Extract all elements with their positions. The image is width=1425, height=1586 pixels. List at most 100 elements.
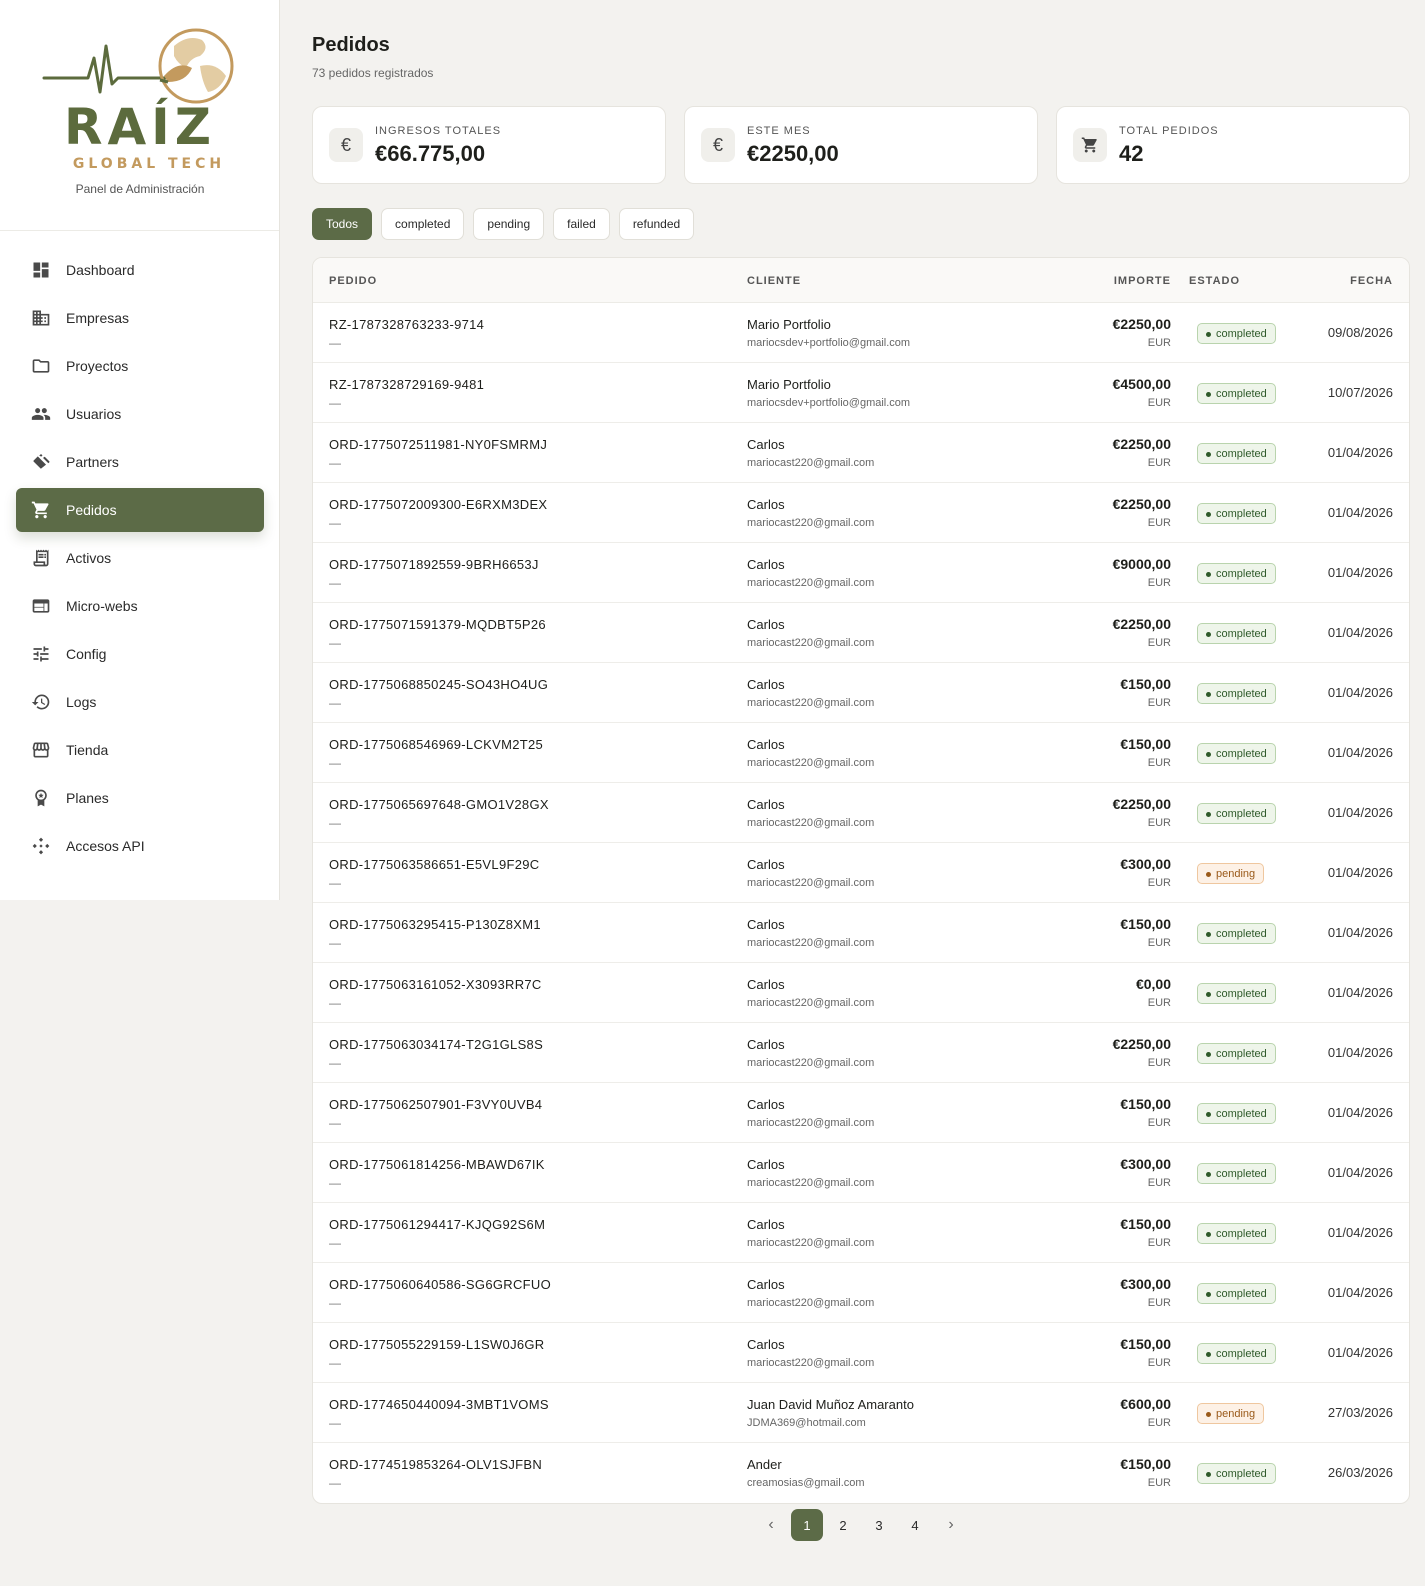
sidebar-item-planes[interactable]: Planes: [16, 776, 264, 820]
order-id[interactable]: ORD-1775068546969-LCKVM2T25: [329, 737, 543, 752]
sidebar-item-label: Micro-webs: [66, 598, 138, 614]
order-sub: —: [329, 936, 341, 950]
column-header-fecha[interactable]: FECHA: [1350, 275, 1393, 287]
order-date: 01/04/2026: [1327, 745, 1393, 760]
order-id[interactable]: RZ-1787328729169-9481: [329, 377, 484, 392]
table-row[interactable]: ORD-1775062507901-F3VY0UVB4 — Carlos marioc…: [313, 1083, 1409, 1143]
sidebar-item-empresas[interactable]: Empresas: [16, 296, 264, 340]
table-row[interactable]: ORD-1775068850245-SO43HO4UG — Carlos marioc…: [313, 663, 1409, 723]
table-row[interactable]: ORD-1775063161052-X3093RR7C — Carlos marioc…: [313, 963, 1409, 1023]
page-button-2[interactable]: 2: [827, 1509, 859, 1541]
table-row[interactable]: ORD-1775055229159-L1SW0J6GR — Carlos marioc…: [313, 1323, 1409, 1383]
order-id[interactable]: ORD-1775068850245-SO43HO4UG: [329, 677, 548, 692]
filter-todos[interactable]: Todos: [312, 208, 373, 240]
client-email: mariocast220@gmail.com: [747, 697, 875, 709]
column-header-pedido[interactable]: PEDIDO: [329, 275, 377, 287]
page-subtitle: 73 pedidos registrados: [312, 66, 434, 80]
sidebar-item-activos[interactable]: Activos: [16, 536, 264, 580]
client-email: creamosias@gmail.com: [747, 1477, 865, 1489]
order-amount: €150,00: [1120, 736, 1171, 752]
sidebar-item-partners[interactable]: Partners: [16, 440, 264, 484]
filter-refunded[interactable]: refunded: [618, 208, 695, 240]
order-sub: —: [329, 756, 341, 770]
table-row[interactable]: ORD-1775061814256-MBAWD67IK — Carlos marioc…: [313, 1143, 1409, 1203]
table-row[interactable]: ORD-1775060640586-SG6GRCFUO — Carlos marioc…: [313, 1263, 1409, 1323]
client-email: mariocast220@gmail.com: [747, 457, 875, 469]
order-id[interactable]: ORD-1775060640586-SG6GRCFUO: [329, 1277, 551, 1292]
sidebar-item-usuarios[interactable]: Usuarios: [16, 392, 264, 436]
order-amount: €2250,00: [1112, 496, 1171, 512]
order-id[interactable]: ORD-1775072511981-NY0FSMRMJ: [329, 437, 547, 452]
logo[interactable]: RAÍZ GLOBAL TECH Panel de Administración: [0, 0, 279, 231]
order-id[interactable]: ORD-1775065697648-GMO1V28GX: [329, 797, 549, 812]
client-name: Carlos: [747, 497, 785, 512]
sidebar-item-logs[interactable]: Logs: [16, 680, 264, 724]
order-id[interactable]: ORD-1775071892559-9BRH6653J: [329, 557, 539, 572]
sidebar-item-pedidos[interactable]: Pedidos: [16, 488, 264, 532]
table-row[interactable]: ORD-1775061294417-KJQG92S6M — Carlos marioc…: [313, 1203, 1409, 1263]
client-email: mariocast220@gmail.com: [747, 1117, 875, 1129]
table-row[interactable]: RZ-1787328763233-9714 — Mario Portfolio mar…: [313, 303, 1409, 363]
stat-value: 42: [1119, 141, 1144, 166]
table-row[interactable]: ORD-1775063295415-P130Z8XM1 — Carlos marioc…: [313, 903, 1409, 963]
order-id[interactable]: ORD-1775063295415-P130Z8XM1: [329, 917, 541, 932]
sidebar-item-label: Accesos API: [66, 838, 145, 854]
client-name: Carlos: [747, 1157, 785, 1172]
sidebar-item-accesos-api[interactable]: Accesos API: [16, 824, 264, 868]
order-id[interactable]: ORD-1775063161052-X3093RR7C: [329, 977, 542, 992]
next-page-button[interactable]: ›: [935, 1509, 967, 1541]
order-id[interactable]: ORD-1774650440094-3MBT1VOMS: [329, 1397, 549, 1412]
filter-pending[interactable]: pending: [473, 208, 545, 240]
table-row[interactable]: ORD-1774650440094-3MBT1VOMS — Juan David M…: [313, 1383, 1409, 1443]
brand-name: RAÍZ: [63, 98, 217, 156]
order-id[interactable]: ORD-1775062507901-F3VY0UVB4: [329, 1097, 542, 1112]
order-date: 01/04/2026: [1327, 805, 1393, 820]
sidebar-item-proyectos[interactable]: Proyectos: [16, 344, 264, 388]
order-id[interactable]: ORD-1775061294417-KJQG92S6M: [329, 1217, 545, 1232]
client-email: mariocast220@gmail.com: [747, 877, 875, 889]
order-amount: €150,00: [1120, 916, 1171, 932]
status-badge: pending: [1197, 863, 1265, 884]
table-row[interactable]: RZ-1787328729169-9481 — Mario Portfolio mar…: [313, 363, 1409, 423]
order-id[interactable]: ORD-1774519853264-OLV1SJFBN: [329, 1457, 542, 1472]
status-badge: completed: [1197, 1043, 1276, 1064]
sidebar-item-config[interactable]: Config: [16, 632, 264, 676]
column-header-importe[interactable]: IMPORTE: [1114, 275, 1171, 287]
sidebar-item-dashboard[interactable]: Dashboard: [16, 248, 264, 292]
table-row[interactable]: ORD-1775068546969-LCKVM2T25 — Carlos marioc…: [313, 723, 1409, 783]
page-button-3[interactable]: 3: [863, 1509, 895, 1541]
page-button-4[interactable]: 4: [899, 1509, 931, 1541]
order-amount: €150,00: [1120, 1336, 1171, 1352]
table-row[interactable]: ORD-1775072511981-NY0FSMRMJ — Carlos marioc…: [313, 423, 1409, 483]
table-row[interactable]: ORD-1774519853264-OLV1SJFBN — Ander creamos…: [313, 1443, 1409, 1503]
order-id[interactable]: ORD-1775061814256-MBAWD67IK: [329, 1157, 545, 1172]
sidebar-item-tienda[interactable]: Tienda: [16, 728, 264, 772]
filter-completed[interactable]: completed: [381, 208, 465, 240]
order-id[interactable]: ORD-1775055229159-L1SW0J6GR: [329, 1337, 545, 1352]
table-row[interactable]: ORD-1775065697648-GMO1V28GX — Carlos marioc…: [313, 783, 1409, 843]
order-date: 01/04/2026: [1327, 1225, 1393, 1240]
sidebar-item-micro-webs[interactable]: Micro-webs: [16, 584, 264, 628]
table-row[interactable]: ORD-1775063586651-E5VL9F29C — Carlos marioc…: [313, 843, 1409, 903]
order-id[interactable]: ORD-1775071591379-MQDBT5P26: [329, 617, 546, 632]
order-amount: €0,00: [1135, 976, 1171, 992]
client-email: mariocast220@gmail.com: [747, 997, 875, 1009]
order-id[interactable]: RZ-1787328763233-9714: [329, 317, 484, 332]
table-row[interactable]: ORD-1775072009300-E6RXM3DEX — Carlos marioc…: [313, 483, 1409, 543]
filter-failed[interactable]: failed: [553, 208, 610, 240]
table-row[interactable]: ORD-1775071591379-MQDBT5P26 — Carlos marioc…: [313, 603, 1409, 663]
order-id[interactable]: ORD-1775063586651-E5VL9F29C: [329, 857, 539, 872]
cart-icon: [1073, 128, 1107, 162]
page-button-1[interactable]: 1: [791, 1509, 823, 1541]
client-name: Carlos: [747, 797, 785, 812]
order-id[interactable]: ORD-1775063034174-T2G1GLS8S: [329, 1037, 543, 1052]
table-row[interactable]: ORD-1775071892559-9BRH6653J — Carlos marioc…: [313, 543, 1409, 603]
status-badge: completed: [1197, 743, 1276, 764]
column-header-estado[interactable]: ESTADO: [1189, 275, 1240, 287]
prev-page-button[interactable]: ‹: [755, 1509, 787, 1541]
column-header-cliente[interactable]: CLIENTE: [747, 275, 801, 287]
order-currency: EUR: [1147, 1357, 1171, 1369]
order-id[interactable]: ORD-1775072009300-E6RXM3DEX: [329, 497, 547, 512]
table-row[interactable]: ORD-1775063034174-T2G1GLS8S — Carlos marioc…: [313, 1023, 1409, 1083]
order-sub: —: [329, 1176, 341, 1190]
